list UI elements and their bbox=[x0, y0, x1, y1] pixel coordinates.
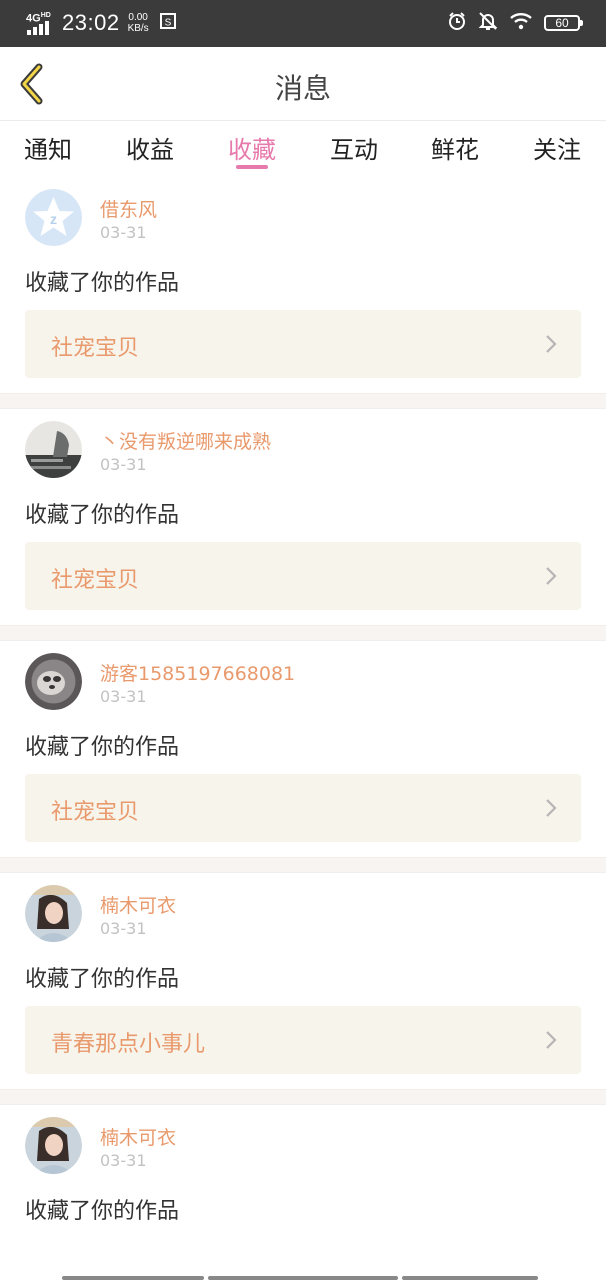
work-title: 社宠宝贝 bbox=[51, 800, 140, 825]
photo-avatar-icon bbox=[25, 653, 82, 710]
tab-flowers[interactable]: 鲜花 bbox=[431, 130, 479, 165]
message-text: 收藏了你的作品 bbox=[25, 271, 180, 296]
message-text: 收藏了你的作品 bbox=[25, 1199, 180, 1224]
work-link[interactable]: 社宠宝贝 bbox=[25, 542, 581, 610]
tab-earnings[interactable]: 收益 bbox=[126, 130, 174, 165]
avatar[interactable] bbox=[25, 1117, 82, 1174]
avatar[interactable] bbox=[25, 653, 82, 710]
list-item: z 借东风 03-31 收藏了你的作品 社宠宝贝 bbox=[0, 177, 606, 393]
divider bbox=[0, 625, 606, 641]
tab-interactions[interactable]: 互动 bbox=[330, 130, 378, 165]
list-item: 游客1585197668081 03-31 收藏了你的作品 社宠宝贝 bbox=[0, 641, 606, 857]
nav-bar: 消息 bbox=[0, 47, 606, 121]
timestamp: 03-31 bbox=[100, 687, 147, 706]
work-title: 社宠宝贝 bbox=[51, 568, 140, 593]
avatar[interactable] bbox=[25, 421, 82, 478]
tab-favorites[interactable]: 收藏 bbox=[228, 130, 276, 165]
favorites-list: z 借东风 03-31 收藏了你的作品 社宠宝贝 丶没有叛逆哪来成熟 03-31… bbox=[0, 177, 606, 1280]
work-title: 青春那点小事儿 bbox=[51, 1032, 206, 1057]
work-link[interactable]: 社宠宝贝 bbox=[25, 310, 581, 378]
photo-avatar-icon bbox=[25, 1117, 82, 1174]
photo-avatar-icon bbox=[25, 421, 82, 478]
status-bar: 4GHD 23:02 0.00 KB/s S 60 bbox=[0, 0, 606, 47]
message-text: 收藏了你的作品 bbox=[25, 503, 180, 528]
chevron-right-icon bbox=[546, 799, 557, 817]
wifi-icon bbox=[509, 12, 533, 34]
divider bbox=[0, 1089, 606, 1105]
home-indicator-left bbox=[62, 1276, 204, 1280]
username[interactable]: 楠木可衣 bbox=[100, 1123, 176, 1150]
username[interactable]: 楠木可衣 bbox=[100, 891, 176, 918]
tab-bar: 通知 收益 收藏 互动 鲜花 关注 bbox=[0, 121, 606, 177]
username[interactable]: 丶没有叛逆哪来成熟 bbox=[100, 427, 271, 454]
list-item: 楠木可衣 03-31 收藏了你的作品 青春那点小事儿 bbox=[0, 873, 606, 1089]
work-link[interactable]: 青春那点小事儿 bbox=[25, 1006, 581, 1074]
chevron-right-icon bbox=[546, 567, 557, 585]
message-text: 收藏了你的作品 bbox=[25, 967, 180, 992]
photo-avatar-icon bbox=[25, 885, 82, 942]
storage-icon: S bbox=[159, 12, 177, 34]
tab-follows[interactable]: 关注 bbox=[533, 130, 581, 165]
alarm-icon bbox=[447, 11, 467, 35]
avatar[interactable]: z bbox=[25, 189, 82, 246]
active-tab-indicator bbox=[236, 165, 268, 169]
svg-text:z: z bbox=[50, 211, 57, 227]
home-indicator-center bbox=[208, 1276, 398, 1280]
timestamp: 03-31 bbox=[100, 919, 147, 938]
chevron-right-icon bbox=[546, 1031, 557, 1049]
divider bbox=[0, 393, 606, 409]
mute-bell-icon bbox=[478, 11, 498, 35]
chevron-right-icon bbox=[546, 335, 557, 353]
status-time: 23:02 bbox=[62, 10, 120, 35]
network-speed: 0.00 KB/s bbox=[127, 12, 149, 34]
list-item: 楠木可衣 03-31 收藏了你的作品 bbox=[0, 1105, 606, 1280]
username[interactable]: 游客1585197668081 bbox=[100, 659, 295, 686]
screen: 4GHD 23:02 0.00 KB/s S 60 消息 通知 收益 收藏 互动… bbox=[0, 0, 606, 1280]
avatar[interactable] bbox=[25, 885, 82, 942]
message-text: 收藏了你的作品 bbox=[25, 735, 180, 760]
list-item: 丶没有叛逆哪来成熟 03-31 收藏了你的作品 社宠宝贝 bbox=[0, 409, 606, 625]
tab-notifications[interactable]: 通知 bbox=[24, 130, 72, 165]
username[interactable]: 借东风 bbox=[100, 195, 157, 222]
timestamp: 03-31 bbox=[100, 223, 147, 242]
divider bbox=[0, 857, 606, 873]
default-star-avatar-icon: z bbox=[25, 189, 82, 246]
home-indicator-right bbox=[402, 1276, 538, 1280]
page-title: 消息 bbox=[274, 72, 331, 105]
work-title: 社宠宝贝 bbox=[51, 336, 140, 361]
cellular-signal-icon: 4GHD bbox=[26, 10, 56, 36]
timestamp: 03-31 bbox=[100, 1151, 147, 1170]
work-link[interactable]: 社宠宝贝 bbox=[25, 774, 581, 842]
svg-text:S: S bbox=[164, 18, 171, 29]
timestamp: 03-31 bbox=[100, 455, 147, 474]
battery-icon: 60 bbox=[544, 15, 583, 31]
